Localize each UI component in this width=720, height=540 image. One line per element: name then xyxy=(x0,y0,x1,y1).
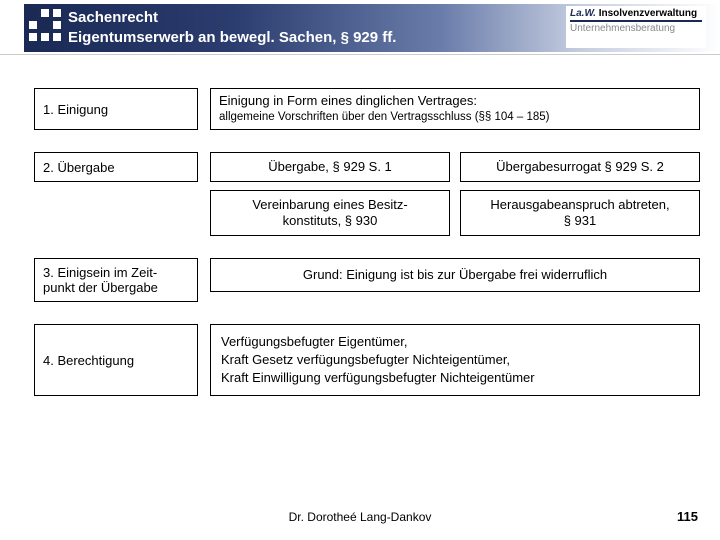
logo-brand: La.W. xyxy=(570,8,596,19)
label-berechtigung: 4. Berechtigung xyxy=(34,324,198,396)
page-number: 115 xyxy=(677,509,698,524)
logo-word2: Unternehmensberatung xyxy=(570,23,702,34)
row-uebergabe: 2. Übergabe Übergabe, § 929 S. 1 Übergab… xyxy=(34,152,700,182)
row-uebergabe-extra: Vereinbarung eines Besitz- konstituts, §… xyxy=(34,190,700,236)
label-uebergabe: 2. Übergabe xyxy=(34,152,198,182)
box-uebergabe-929s1: Übergabe, § 929 S. 1 xyxy=(210,152,450,182)
box-berechtigung-detail: Verfügungsbefugter Eigentümer, Kraft Ges… xyxy=(210,324,700,396)
box-einigsein-grund: Grund: Einigung ist bis zur Übergabe fre… xyxy=(210,258,700,292)
header-bullet-grid xyxy=(28,8,62,42)
slide-header: Sachenrecht Eigentumserwerb an bewegl. S… xyxy=(0,0,720,55)
footer-author: Dr. Dorotheé Lang-Dankov xyxy=(0,510,720,524)
einigung-sub: allgemeine Vorschriften über den Vertrag… xyxy=(219,109,691,125)
einigung-main: Einigung in Form eines dinglichen Vertra… xyxy=(219,93,691,109)
label-einigsein: 3. Einigsein im Zeit- punkt der Übergabe xyxy=(34,258,198,302)
row-berechtigung: 4. Berechtigung Verfügungsbefugter Eigen… xyxy=(34,324,700,396)
box-einigung-detail: Einigung in Form eines dinglichen Vertra… xyxy=(210,88,700,130)
company-logo: La.W. Insolvenzverwaltung Unternehmensbe… xyxy=(566,6,706,48)
row-einigung: 1. Einigung Einigung in Form eines dingl… xyxy=(34,88,700,130)
logo-word1: Insolvenzverwaltung xyxy=(599,8,697,19)
label-einigung: 1. Einigung xyxy=(34,88,198,130)
slide-content: 1. Einigung Einigung in Form eines dingl… xyxy=(34,88,700,480)
box-besitzkonstitut-930: Vereinbarung eines Besitz- konstituts, §… xyxy=(210,190,450,236)
row-einigsein: 3. Einigsein im Zeit- punkt der Übergabe… xyxy=(34,258,700,302)
box-uebergabesurrogat-929s2: Übergabesurrogat § 929 S. 2 xyxy=(460,152,700,182)
box-herausgabeanspruch-931: Herausgabeanspruch abtreten, § 931 xyxy=(460,190,700,236)
